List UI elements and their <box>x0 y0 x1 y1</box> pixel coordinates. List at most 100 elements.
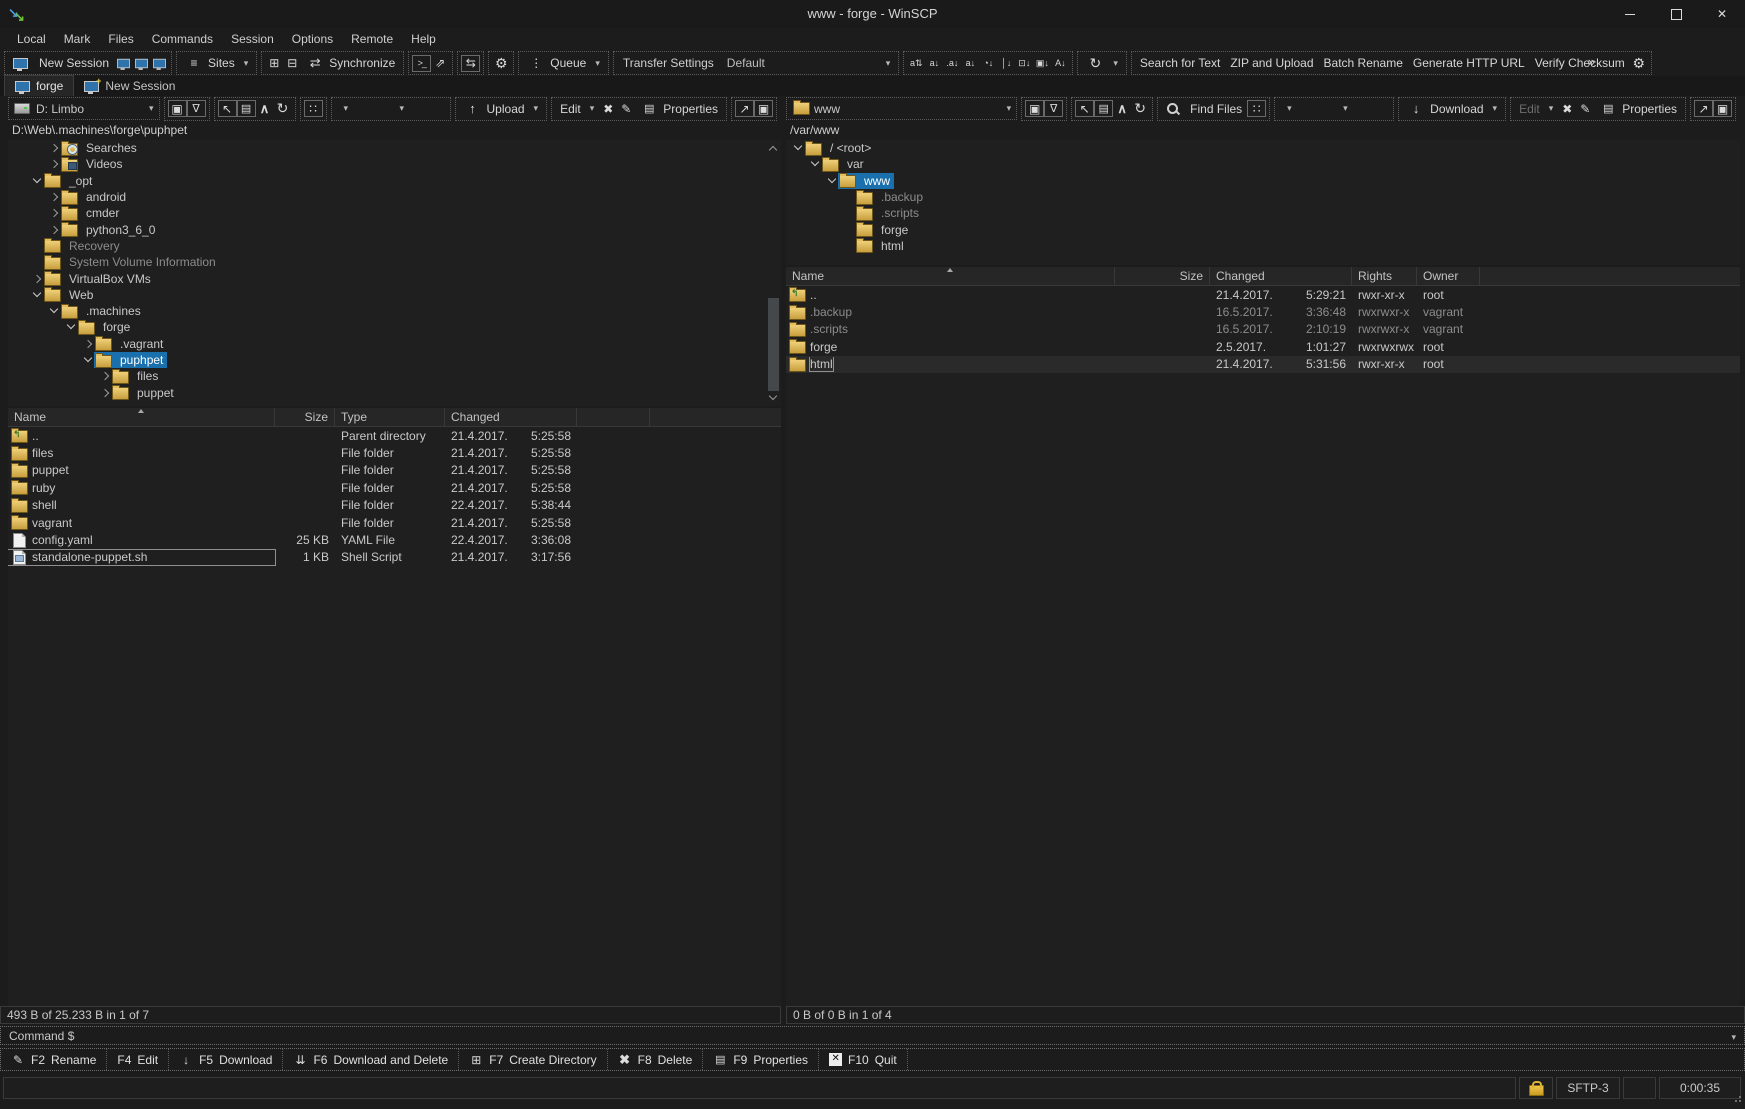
tree-item[interactable]: python3_6_0 <box>8 221 781 237</box>
chevron-right-icon[interactable] <box>48 205 60 221</box>
chevron-right-icon[interactable] <box>99 385 111 401</box>
delete-icon[interactable] <box>1558 100 1576 118</box>
parent-directory-icon[interactable] <box>1113 100 1131 118</box>
zip-and-upload-button[interactable]: ZIP and Upload <box>1225 53 1318 73</box>
preferences-gear-icon[interactable] <box>492 54 510 72</box>
transfer-settings-selector[interactable]: Default <box>722 53 896 73</box>
menu-help[interactable]: Help <box>402 28 445 50</box>
preserve-rights-icon[interactable] <box>1015 54 1033 72</box>
tree-item[interactable]: Web <box>8 287 781 303</box>
tree-item[interactable]: VirtualBox VMs <box>8 270 781 286</box>
column-header-changed[interactable]: Changed <box>1210 267 1352 285</box>
tree-toggle-icon[interactable] <box>1247 100 1266 117</box>
tree-item[interactable]: forge <box>8 319 781 335</box>
command-prompt[interactable]: Command $ <box>9 1029 1727 1043</box>
file-row-focused[interactable]: standalone-puppet.sh 1 KB Shell Script 2… <box>8 549 781 566</box>
column-header-size[interactable]: Size <box>1115 267 1210 285</box>
drive-selector[interactable]: D: Limbo <box>8 97 160 120</box>
open-in-putty-icon[interactable] <box>431 54 449 72</box>
generate-http-url-button[interactable]: Generate HTTP URL <box>1408 53 1530 73</box>
column-header-changed[interactable]: Changed <box>445 408 577 426</box>
properties-button[interactable]: Properties <box>1594 99 1682 119</box>
rename-icon[interactable] <box>617 100 635 118</box>
preserve-timestamp-icon[interactable] <box>979 54 997 72</box>
file-row[interactable]: .. Parent directory 21.4.2017.5:25:58 <box>8 427 781 444</box>
chevron-down-icon[interactable] <box>31 287 43 303</box>
chevron-down-icon[interactable] <box>31 173 43 189</box>
chevron-right-icon[interactable] <box>48 140 60 156</box>
chevron-down-icon[interactable] <box>65 319 77 335</box>
tree-item[interactable]: var <box>786 156 1740 172</box>
customize-commands-gear-icon[interactable] <box>1630 54 1648 72</box>
f4-edit-button[interactable]: F4Edit <box>107 1049 169 1070</box>
file-row[interactable]: puppet File folder 21.4.2017.5:25:58 <box>8 462 781 479</box>
refresh-panel-icon[interactable] <box>274 100 292 118</box>
file-row[interactable]: shell File folder 22.4.2017.5:38:44 <box>8 497 781 514</box>
encryption-cell[interactable] <box>1519 1077 1553 1099</box>
console-icon[interactable] <box>412 55 431 72</box>
file-row[interactable]: .scripts 16.5.2017.2:10:19 rwxrwxr-x vag… <box>786 321 1740 338</box>
tree-item-selected[interactable]: puphpet <box>8 352 781 368</box>
tree-item[interactable]: Recovery <box>8 238 781 254</box>
go-to-root-icon[interactable] <box>218 100 237 117</box>
filter-icon[interactable] <box>187 100 206 117</box>
tree-item[interactable]: Videos <box>8 156 781 172</box>
tree-item-selected[interactable]: www <box>786 173 1740 189</box>
history-back-dropdown[interactable] <box>1278 99 1334 119</box>
refresh-panel-icon[interactable] <box>1131 100 1149 118</box>
new-session-button[interactable]: New Session <box>8 53 114 73</box>
properties-button[interactable]: Properties <box>635 99 723 119</box>
f9-properties-button[interactable]: F9Properties <box>703 1049 819 1070</box>
column-header-rights[interactable]: Rights <box>1352 267 1417 285</box>
chevron-down-icon[interactable] <box>82 352 94 368</box>
verify-checksum-button[interactable]: Verify Checksum <box>1530 53 1630 73</box>
command-line[interactable]: Command $ <box>0 1026 1745 1045</box>
open-directory-icon[interactable] <box>1025 100 1044 117</box>
session-time-cell[interactable]: 0:00:35 <box>1659 1077 1741 1099</box>
swap-panels-icon[interactable] <box>461 55 480 72</box>
tree-item[interactable]: Searches <box>8 140 781 156</box>
binary-mode-icon[interactable] <box>943 54 961 72</box>
tree-item[interactable]: System Volume Information <box>8 254 781 270</box>
file-row[interactable]: .backup 16.5.2017.3:36:48 rwxrwxr-x vagr… <box>786 303 1740 320</box>
chevron-right-icon[interactable] <box>82 336 94 352</box>
sites-button[interactable]: Sites <box>180 53 253 73</box>
tree-item[interactable]: android <box>8 189 781 205</box>
file-row[interactable]: config.yaml 25 KB YAML File 22.4.2017.3:… <box>8 531 781 548</box>
file-row[interactable]: vagrant File folder 21.4.2017.5:25:58 <box>8 514 781 531</box>
rename-icon[interactable] <box>1576 100 1594 118</box>
background-transfer-icon[interactable] <box>1033 54 1051 72</box>
tree-item[interactable]: .backup <box>786 189 1740 205</box>
add-bookmark-icon[interactable] <box>1694 100 1713 117</box>
tree-item[interactable]: .scripts <box>786 205 1740 221</box>
f2-rename-button[interactable]: F2Rename <box>1 1049 107 1070</box>
edit-button[interactable]: Edit <box>555 99 599 119</box>
tree-item[interactable]: html <box>786 238 1740 254</box>
f5-download-button[interactable]: F5Download <box>169 1049 283 1070</box>
tree-item[interactable]: forge <box>786 221 1740 237</box>
menu-mark[interactable]: Mark <box>55 28 100 50</box>
close-button[interactable] <box>1699 0 1745 28</box>
protocol-cell[interactable]: SFTP-3 <box>1556 1077 1620 1099</box>
f7-create-directory-button[interactable]: F7Create Directory <box>459 1049 607 1070</box>
copy-path-icon[interactable] <box>1094 100 1113 117</box>
transfer-resume-icon[interactable] <box>997 54 1015 72</box>
duplicate-session-icon[interactable] <box>114 54 132 72</box>
file-row[interactable]: .. 21.4.2017.5:29:21 rwxr-xr-x root <box>786 286 1740 303</box>
tree-item[interactable]: _opt <box>8 173 781 189</box>
column-header-size[interactable]: Size <box>275 408 335 426</box>
toolbar-overflow-chevron[interactable]: » <box>1588 54 1595 69</box>
refresh-dropdown[interactable] <box>1081 53 1123 73</box>
menu-remote[interactable]: Remote <box>342 28 402 50</box>
chevron-down-icon[interactable] <box>792 140 804 156</box>
edit-button[interactable]: Edit <box>1514 99 1558 119</box>
chevron-right-icon[interactable] <box>31 271 43 287</box>
tree-item[interactable]: puppet <box>8 384 781 400</box>
automatic-mode-icon[interactable] <box>961 54 979 72</box>
tree-item[interactable]: .vagrant <box>8 336 781 352</box>
chevron-right-icon[interactable] <box>99 368 111 384</box>
text-binary-mode-icon[interactable] <box>907 54 925 72</box>
batch-rename-button[interactable]: Batch Rename <box>1319 53 1408 73</box>
menu-session[interactable]: Session <box>222 28 283 50</box>
history-forward-dropdown[interactable] <box>391 99 447 119</box>
